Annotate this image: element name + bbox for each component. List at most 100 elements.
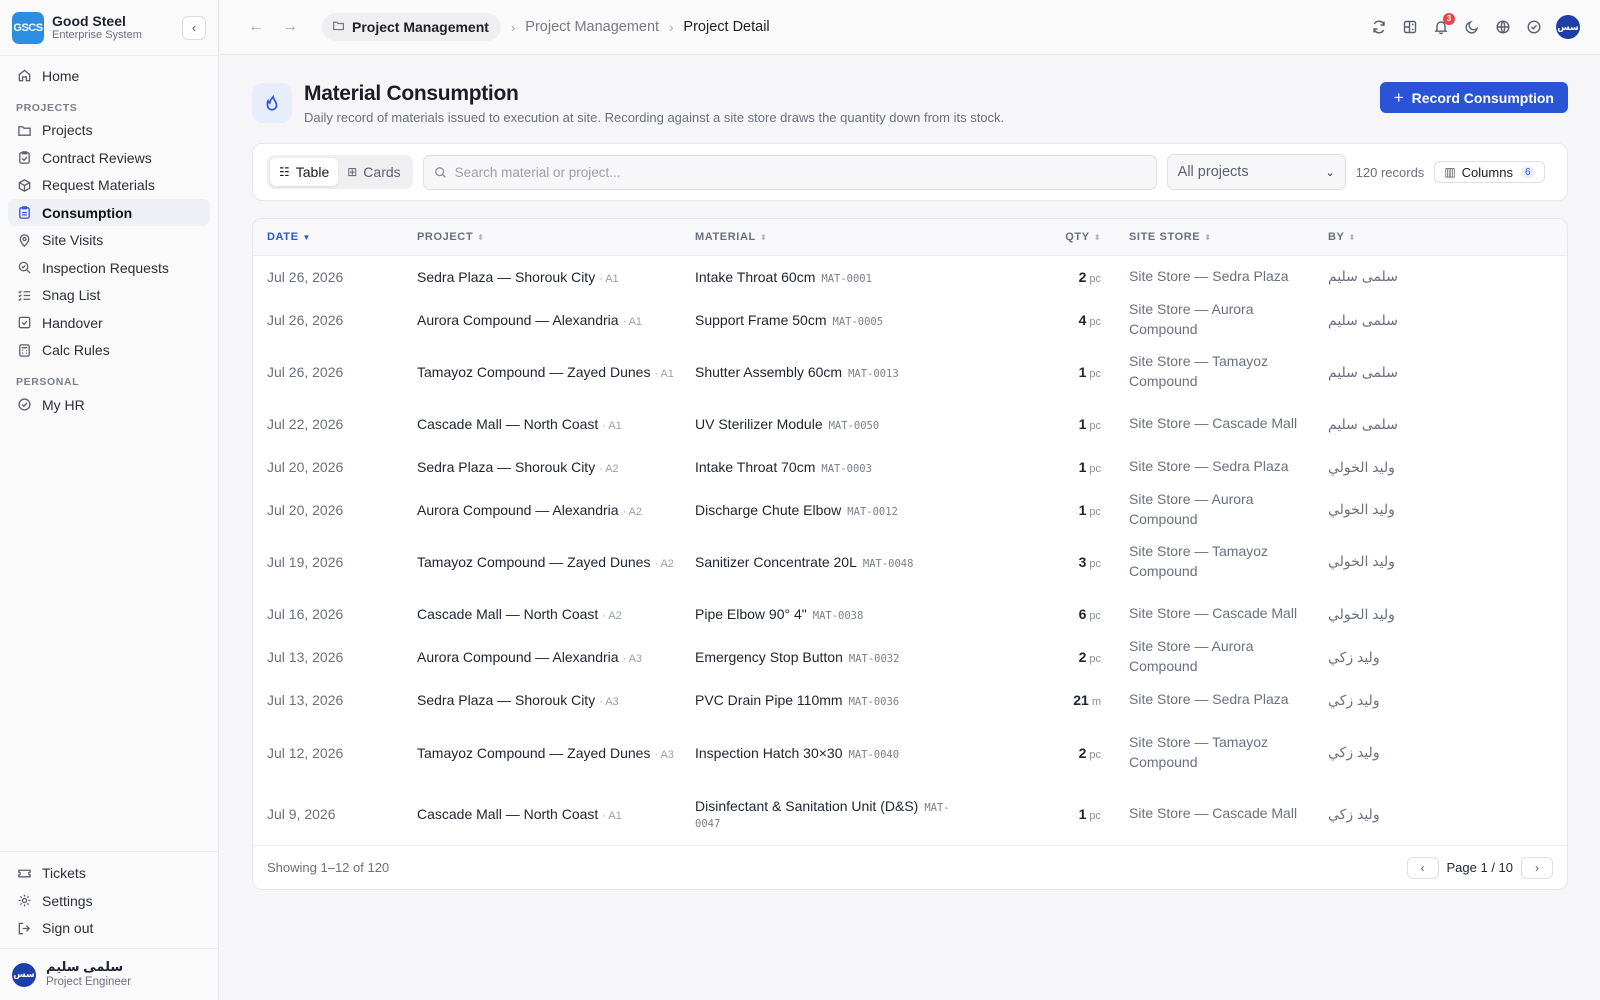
table-row[interactable]: Jul 22, 2026 Cascade Mall — North Coast ·… <box>253 402 1567 446</box>
avatar: سس <box>12 962 36 987</box>
notification-badge: 3 <box>1443 12 1455 25</box>
sidebar-item-label: Inspection Requests <box>42 259 169 276</box>
cell-by: وليد الخولي <box>1328 592 1567 636</box>
project-name: Tamayoz Compound — Zayed Dunes <box>417 744 651 761</box>
project-filter-select[interactable]: All projects ⌄ <box>1166 154 1346 190</box>
table-row[interactable]: Jul 26, 2026 Aurora Compound — Alexandria… <box>253 298 1567 342</box>
check-circle-icon[interactable] <box>1525 19 1542 36</box>
sidebar-item-inspection-requests[interactable]: Inspection Requests <box>8 254 210 281</box>
record-consumption-button[interactable]: + Record Consumption <box>1379 82 1568 113</box>
sidebar-item-site-visits[interactable]: Site Visits <box>8 227 210 254</box>
table-row[interactable]: Jul 12, 2026 Tamayoz Compound — Zayed Dun… <box>253 722 1567 783</box>
cell-site-store: Site Store — Cascade Mall <box>1101 402 1328 446</box>
project-phase: · A3 <box>599 696 619 708</box>
cell-qty: 2 pc <box>1035 722 1101 783</box>
table-row[interactable]: Jul 26, 2026 Tamayoz Compound — Zayed Dun… <box>253 342 1567 402</box>
cell-qty: 2 pc <box>1035 255 1101 298</box>
consumption-table: DATE ▼ PROJECT ⬍ MATERIAL ⬍ QTY ⬍ SITE STORE… <box>253 219 1567 845</box>
prev-page-button[interactable]: ‹ <box>1406 856 1439 879</box>
cell-material: Intake Throat 70cm MAT-0003 <box>695 446 1035 488</box>
sidebar-item-home[interactable]: Home <box>8 62 210 89</box>
columns-button[interactable]: ▥ Columns 6 <box>1434 161 1545 183</box>
calculator-icon <box>16 342 32 358</box>
table-row[interactable]: Jul 26, 2026 Sedra Plaza — Shorouk City ·… <box>253 255 1567 298</box>
cell-material: Pipe Elbow 90° 4" MAT-0038 <box>695 592 1035 636</box>
sidebar-item-my-hr[interactable]: My HR <box>8 391 210 418</box>
qty-unit: pc <box>1089 610 1101 622</box>
cell-qty: 1 pc <box>1035 488 1101 531</box>
sidebar-item-request-materials[interactable]: Request Materials <box>8 172 210 199</box>
column-header-site-store[interactable]: SITE STORE ⬍ <box>1101 219 1328 255</box>
material-name: Shutter Assembly 60cm <box>695 364 843 380</box>
column-header-material[interactable]: MATERIAL ⬍ <box>695 219 1035 255</box>
user-profile[interactable]: سس سلمى سليم Project Engineer <box>0 948 218 1000</box>
view-cards-button[interactable]: ⊞ Cards <box>338 158 409 186</box>
qty-unit: pc <box>1089 368 1101 380</box>
cell-project: Sedra Plaza — Shorouk City · A1 <box>417 255 695 298</box>
map-pin-icon <box>16 232 32 248</box>
cell-date: Jul 13, 2026 <box>267 692 344 708</box>
cell-material: Inspection Hatch 30×30 MAT-0040 <box>695 722 1035 783</box>
table-header-row: DATE ▼ PROJECT ⬍ MATERIAL ⬍ QTY ⬍ SITE STORE… <box>253 219 1567 255</box>
column-header-project[interactable]: PROJECT ⬍ <box>417 219 695 255</box>
column-header-by[interactable]: BY ⬍ <box>1328 219 1567 255</box>
material-name: Sanitizer Concentrate 20L <box>695 553 857 570</box>
sidebar-item-tickets[interactable]: Tickets <box>8 860 210 887</box>
material-name: Support Frame 50cm <box>695 312 827 328</box>
sidebar-item-contract-reviews[interactable]: Contract Reviews <box>8 144 210 171</box>
sidebar-item-snag-list[interactable]: Snag List <box>8 282 210 309</box>
material-code: MAT-0012 <box>847 505 898 518</box>
cell-by: سلمى سليم <box>1328 298 1567 342</box>
table-row[interactable]: Jul 16, 2026 Cascade Mall — North Coast ·… <box>253 592 1567 636</box>
table-row[interactable]: Jul 20, 2026 Sedra Plaza — Shorouk City ·… <box>253 446 1567 488</box>
cell-by: وليد زكي <box>1328 783 1567 845</box>
collapse-sidebar-button[interactable]: ‹ <box>182 15 206 40</box>
column-header-qty[interactable]: QTY ⬍ <box>1035 219 1101 255</box>
gear-icon <box>16 893 32 909</box>
qty-unit: pc <box>1089 505 1101 518</box>
plus-icon: + <box>1393 87 1404 107</box>
sidebar-item-handover[interactable]: Handover <box>8 309 210 336</box>
sidebar-item-label: Handover <box>42 314 103 331</box>
material-name: Emergency Stop Button <box>695 649 843 665</box>
sidebar-item-consumption[interactable]: Consumption <box>8 199 210 226</box>
breadcrumb-module-chip[interactable]: Project Management <box>322 13 501 41</box>
breadcrumb-project-management[interactable]: Project Management <box>525 19 659 35</box>
view-table-button[interactable]: ☷ Table <box>270 158 339 186</box>
table-row[interactable]: Jul 13, 2026 Aurora Compound — Alexandria… <box>253 636 1567 678</box>
material-code: MAT-0048 <box>862 557 914 570</box>
search-check-icon <box>16 260 32 276</box>
recorded-by: سلمى سليم <box>1328 415 1398 432</box>
cell-qty: 21 m <box>1035 678 1101 722</box>
page-subtitle: Daily record of materials issued to exec… <box>304 110 1005 126</box>
table-row[interactable]: Jul 9, 2026 Cascade Mall — North Coast · … <box>253 783 1567 845</box>
back-arrow-icon[interactable]: ← <box>248 18 264 36</box>
sidebar-item-calc-rules[interactable]: Calc Rules <box>8 337 210 364</box>
site-store-name: Site Store — Tamayoz Compound <box>1129 542 1269 579</box>
table-row[interactable]: Jul 13, 2026 Sedra Plaza — Shorouk City ·… <box>253 678 1567 722</box>
sidebar-item-projects[interactable]: Projects <box>8 117 210 144</box>
cell-site-store: Site Store — Aurora Compound <box>1101 488 1328 531</box>
refresh-icon[interactable] <box>1370 19 1387 36</box>
table-toolbar: ☷ Table ⊞ Cards All projects ⌄ 120 recor… <box>252 143 1568 201</box>
sidebar-item-settings[interactable]: Settings <box>8 887 210 914</box>
cell-site-store: Site Store — Cascade Mall <box>1101 783 1328 845</box>
search-input[interactable] <box>454 164 1146 180</box>
next-page-button[interactable]: › <box>1521 856 1553 879</box>
table-row[interactable]: Jul 20, 2026 Aurora Compound — Alexandria… <box>253 488 1567 531</box>
clipboard-check-icon <box>16 150 32 166</box>
project-phase: · A2 <box>599 463 619 475</box>
bell-icon[interactable]: 3 <box>1432 12 1455 36</box>
sidebar-item-label: Snag List <box>42 287 101 303</box>
recorded-by: وليد الخولي <box>1328 458 1395 475</box>
project-name: Sedra Plaza — Shorouk City <box>417 459 596 475</box>
material-name: PVC Drain Pipe 110mm <box>695 692 843 708</box>
table-row[interactable]: Jul 19, 2026 Tamayoz Compound — Zayed Dun… <box>253 531 1567 592</box>
column-header-date[interactable]: DATE ▼ <box>253 219 417 255</box>
sidebar-item-sign-out[interactable]: Sign out <box>8 915 210 942</box>
forward-arrow-icon[interactable]: → <box>282 18 298 36</box>
moon-icon[interactable] <box>1463 19 1480 36</box>
dashboard-icon[interactable] <box>1401 19 1418 36</box>
avatar[interactable]: سس <box>1556 15 1580 39</box>
globe-icon[interactable] <box>1494 19 1511 36</box>
